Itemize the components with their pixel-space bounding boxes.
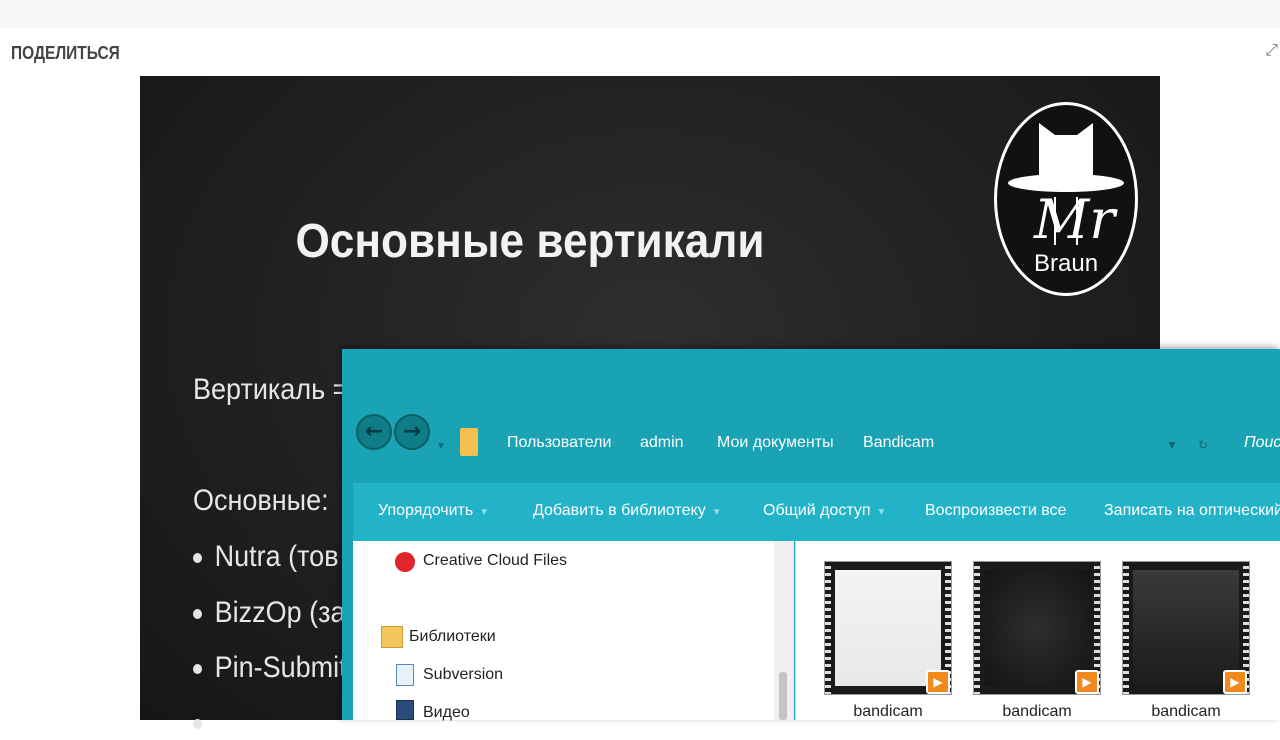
burn-button[interactable]: Записать на оптический <box>1104 502 1280 520</box>
share-with-button[interactable]: Общий доступ ▼ <box>763 502 886 520</box>
document-icon <box>396 664 414 686</box>
address-dropdown-icon[interactable]: ▼ <box>1166 438 1178 452</box>
slide-bullet <box>193 706 215 740</box>
tree-item-libraries[interactable]: Библиотеки <box>409 628 496 646</box>
film-perforation <box>1123 562 1129 694</box>
libraries-folder-icon <box>381 626 403 648</box>
slide-bullet: Nutra (тов <box>193 540 339 574</box>
breadcrumb-bandicam[interactable]: Bandicam <box>863 434 934 452</box>
add-to-library-label: Добавить в библиотеку <box>533 502 706 519</box>
thumbnail-preview <box>984 570 1090 686</box>
tree-item-video[interactable]: Видео <box>423 704 470 722</box>
slide-line-main: Основные: <box>193 484 329 517</box>
slide-title: Основные вертикали <box>295 215 765 268</box>
film-perforation <box>974 562 980 694</box>
slide-line-vertical: Вертикаль = <box>193 373 349 406</box>
logo-text: Mr <box>1034 188 1116 251</box>
breadcrumb-admin[interactable]: admin <box>640 434 684 452</box>
top-bar <box>0 0 1280 28</box>
expand-icon[interactable]: ⤢ <box>1265 42 1278 60</box>
history-dropdown-icon[interactable]: ▼ <box>436 441 446 452</box>
folder-icon <box>460 428 478 456</box>
slide-bullet-text: Pin-Submit <box>214 651 347 684</box>
share-button[interactable]: ПОДЕЛИТЬСЯ <box>11 43 120 64</box>
video-file-icon: ▶ <box>1223 670 1247 694</box>
add-to-library-button[interactable]: Добавить в библиотеку ▼ <box>533 502 722 520</box>
film-perforation <box>825 562 831 694</box>
bullet-icon <box>193 719 202 730</box>
bullet-icon <box>193 664 202 675</box>
refresh-icon[interactable]: ↻ <box>1198 438 1208 452</box>
video-file-icon: ▶ <box>926 670 950 694</box>
thumbnail-preview <box>1133 570 1239 686</box>
logo-subtext: Braun <box>1034 250 1099 277</box>
play-all-button[interactable]: Воспроизвести все <box>925 502 1066 520</box>
search-field[interactable]: Поис <box>1244 434 1280 452</box>
bullet-icon <box>193 609 202 620</box>
file-name[interactable]: bandicam <box>973 703 1101 721</box>
organize-button[interactable]: Упорядочить ▼ <box>378 502 489 520</box>
breadcrumb-users[interactable]: Пользователи <box>507 434 611 452</box>
share-with-label: Общий доступ <box>763 502 871 519</box>
forward-button[interactable]: → <box>394 414 430 450</box>
slide-bullet: Pin-Submit <box>193 651 347 685</box>
file-name[interactable]: bandicam <box>1122 703 1250 721</box>
bullet-icon <box>193 553 202 564</box>
file-name[interactable]: bandicam <box>824 703 952 721</box>
slide-bullet-text: Nutra (тов <box>214 540 339 573</box>
chevron-down-icon: ▼ <box>876 507 887 518</box>
scrollbar-thumb[interactable] <box>779 672 787 720</box>
tree-item-subversion[interactable]: Subversion <box>423 666 503 684</box>
back-button[interactable]: ← <box>356 414 392 450</box>
thumbnail-preview <box>835 570 941 686</box>
chevron-down-icon: ▼ <box>479 507 490 518</box>
tree-item-creative-cloud[interactable]: Creative Cloud Files <box>423 552 567 570</box>
organize-label: Упорядочить <box>378 502 474 519</box>
video-library-icon <box>396 700 414 720</box>
breadcrumb-documents[interactable]: Мои документы <box>717 434 834 452</box>
video-file-icon: ▶ <box>1075 670 1099 694</box>
creative-cloud-icon <box>395 552 415 572</box>
chevron-down-icon: ▼ <box>711 507 722 518</box>
slide-bullet: BizzOp (за <box>193 596 346 630</box>
slide-bullet-text: BizzOp (за <box>214 596 346 629</box>
